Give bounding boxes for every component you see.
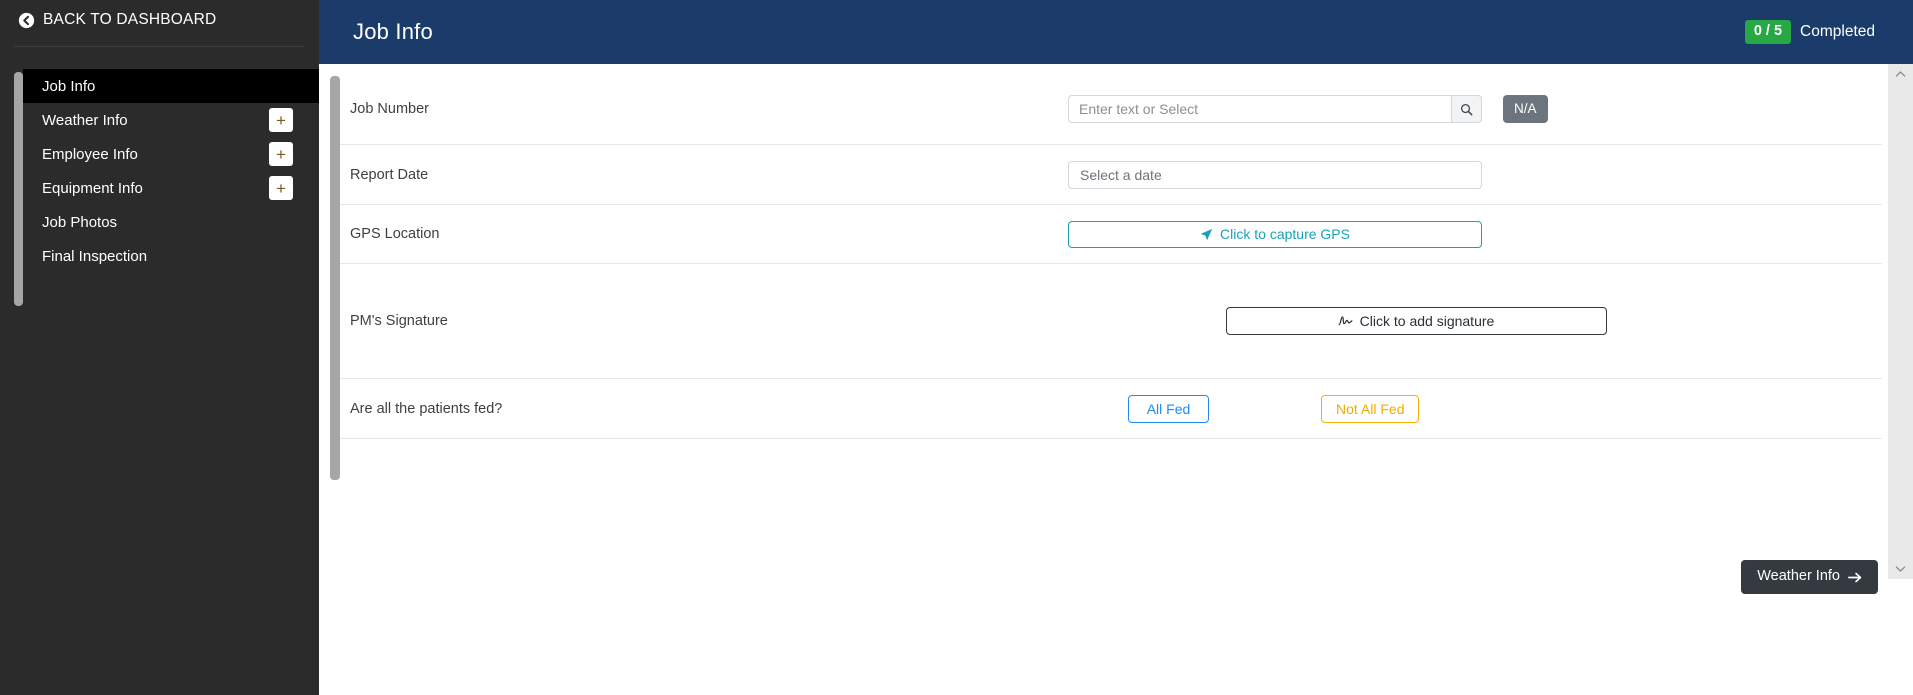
progress-label: Completed xyxy=(1800,23,1875,40)
sidebar-item-label: Weather Info xyxy=(42,111,128,129)
back-to-dashboard-label: BACK TO DASHBOARD xyxy=(43,11,217,28)
main-scrollbar[interactable] xyxy=(1888,64,1913,579)
capture-gps-button[interactable]: Click to capture GPS xyxy=(1068,220,1482,248)
sidebar-divider xyxy=(14,46,305,47)
field-job-number: N/A xyxy=(1068,95,1882,123)
field-gps-location: Click to capture GPS xyxy=(1068,220,1882,248)
sidebar-progress-rail xyxy=(14,72,23,306)
sidebar-item-label: Job Photos xyxy=(42,213,118,231)
sidebar-item-final-inspection[interactable]: Final Inspection xyxy=(23,239,319,273)
sidebar-item-equipment-info[interactable]: Equipment Info + xyxy=(23,171,319,205)
add-signature-button[interactable]: Click to add signature xyxy=(1225,307,1607,335)
field-report-date xyxy=(1068,160,1882,189)
sidebar: BACK TO DASHBOARD Job Info Weather Info + E… xyxy=(0,0,319,695)
signature-button-wrap: Click to add signature xyxy=(1068,307,1882,335)
sidebar-item-label: Job Info xyxy=(42,77,96,95)
progress-status: 0 / 5 Completed xyxy=(1744,20,1875,44)
next-section-label: Weather Info xyxy=(1757,568,1840,585)
add-signature-label: Click to add signature xyxy=(1359,313,1495,329)
app-root: BACK TO DASHBOARD Job Info Weather Info + E… xyxy=(0,0,1913,695)
field-pm-signature: Click to add signature xyxy=(1068,307,1882,335)
capture-gps-label: Click to capture GPS xyxy=(1220,226,1350,242)
back-to-dashboard-button[interactable]: BACK TO DASHBOARD xyxy=(0,0,319,40)
sidebar-nav: Job Info Weather Info + Employee Info + Equip… xyxy=(0,69,319,306)
all-fed-button[interactable]: All Fed xyxy=(1128,394,1209,423)
main-content: Job Number Enter text or Select N/A Repo… xyxy=(319,64,1913,695)
next-section-button[interactable]: Weather Info xyxy=(1741,560,1878,594)
job-number-na-button[interactable]: N/A xyxy=(1503,95,1548,123)
sidebar-add-button[interactable]: + xyxy=(269,142,293,166)
label-report-date: Report Date xyxy=(350,166,429,183)
label-pm-signature: PM's Signature xyxy=(350,313,448,329)
sidebar-item-job-info[interactable]: Job Info xyxy=(23,69,319,103)
form-rows: Job Number Enter text or Select N/A Repo… xyxy=(334,74,1882,439)
label-gps-location: GPS Location xyxy=(350,226,440,242)
sidebar-item-label: Employee Info xyxy=(42,145,138,163)
form-row-report-date: Report Date xyxy=(334,145,1882,205)
status-badge: 0 / 5 xyxy=(1744,20,1792,44)
label-patients-fed: Are all the patients fed? xyxy=(350,400,503,417)
sidebar-item-employee-info[interactable]: Employee Info + xyxy=(23,137,319,171)
sidebar-nav-list: Job Info Weather Info + Employee Info + Equip… xyxy=(23,69,319,273)
form-row-gps-location: GPS Location Click to capture GPS xyxy=(334,205,1882,264)
arrow-circle-left-icon xyxy=(18,12,35,29)
sidebar-add-button[interactable]: + xyxy=(269,108,293,132)
sidebar-item-label: Final Inspection xyxy=(42,247,148,265)
signature-icon xyxy=(1338,315,1353,328)
form-row-job-number: Job Number Enter text or Select N/A xyxy=(334,74,1882,145)
field-patients-fed: All Fed Not All Fed xyxy=(1068,394,1882,423)
sidebar-item-label: Equipment Info xyxy=(42,179,143,197)
patients-fed-choices: All Fed Not All Fed xyxy=(1068,394,1420,423)
sidebar-add-button[interactable]: + xyxy=(269,176,293,200)
chevron-up-icon[interactable] xyxy=(1895,70,1906,78)
search-icon xyxy=(1460,103,1473,116)
form-row-pm-signature: PM's Signature Click to add signature xyxy=(334,264,1882,379)
label-job-number: Job Number xyxy=(350,101,429,117)
arrow-right-icon xyxy=(1848,571,1862,584)
form-progress-rail xyxy=(330,76,340,480)
form-row-patients-fed: Are all the patients fed? All Fed Not Al… xyxy=(334,379,1882,439)
job-info-form: Job Number Enter text or Select N/A Repo… xyxy=(330,74,1882,480)
chevron-down-icon[interactable] xyxy=(1895,565,1906,573)
job-number-input[interactable] xyxy=(1068,95,1451,123)
report-date-input[interactable] xyxy=(1068,160,1482,189)
location-arrow-icon xyxy=(1200,228,1213,241)
page-title: Job Info xyxy=(353,19,433,44)
sidebar-item-job-photos[interactable]: Job Photos xyxy=(23,205,319,239)
not-all-fed-button[interactable]: Not All Fed xyxy=(1321,394,1420,423)
page-header: Job Info 0 / 5 Completed xyxy=(319,0,1913,64)
job-number-input-group xyxy=(1068,95,1482,123)
sidebar-item-weather-info[interactable]: Weather Info + xyxy=(23,103,319,137)
job-number-search-button[interactable] xyxy=(1451,95,1482,123)
